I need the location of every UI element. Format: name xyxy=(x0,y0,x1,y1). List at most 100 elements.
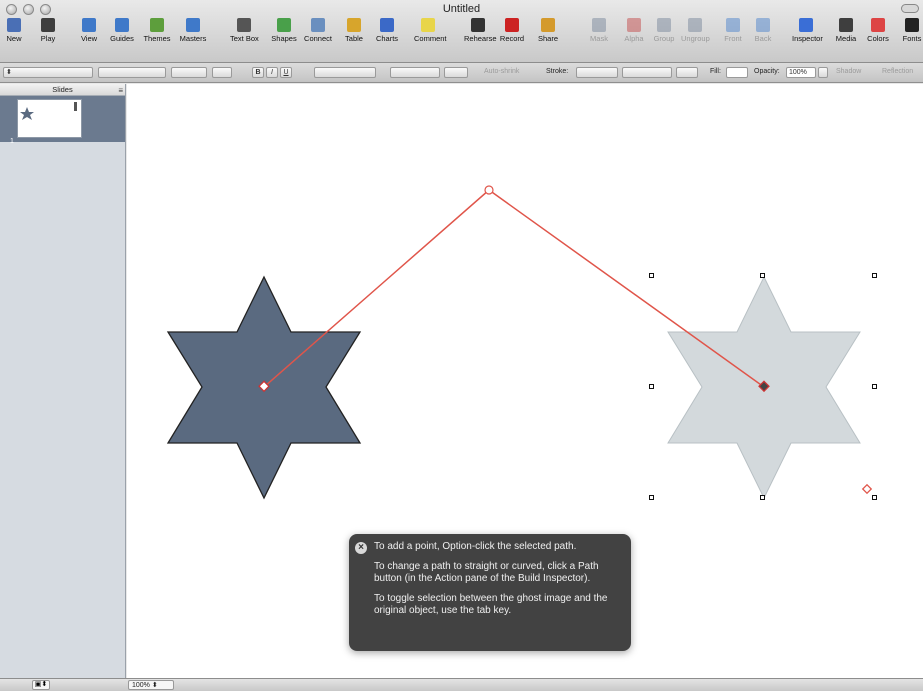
ungroup-icon xyxy=(688,18,702,32)
selection-handle[interactable] xyxy=(760,495,765,500)
media-icon xyxy=(839,18,853,32)
toolbar-item-label: Ungroup xyxy=(681,34,710,43)
bottom-bar: ▣⬍ 100% ⬍ xyxy=(0,678,923,691)
opacity-field[interactable]: 100% xyxy=(786,67,816,78)
selection-handle[interactable] xyxy=(649,273,654,278)
toolbar-item-label: Play xyxy=(40,34,56,43)
toolbar-item-label: Front xyxy=(724,34,742,43)
toolbar-ungroup-button[interactable]: Ungroup xyxy=(681,18,710,60)
slides-header: Slides ≡ xyxy=(0,84,125,96)
thumbnail-star-shape xyxy=(20,107,34,120)
stroke-label: Stroke: xyxy=(546,68,569,75)
font-typeface-select[interactable] xyxy=(171,67,207,78)
toolbar-rehearse-button[interactable]: Rehearse xyxy=(464,18,497,60)
textbox-icon xyxy=(237,18,251,32)
toolbar-item-label: Guides xyxy=(110,34,134,43)
toolbar-record-button[interactable]: Record xyxy=(498,18,526,60)
toolbar-fonts-button[interactable]: Fonts xyxy=(898,18,923,60)
italic-button[interactable]: I xyxy=(266,67,278,78)
toolbar-masters-button[interactable]: Masters xyxy=(179,18,207,60)
comment-icon xyxy=(421,18,435,32)
stroke-width-select[interactable] xyxy=(622,67,672,78)
toolbar-front-button[interactable]: Front xyxy=(719,18,747,60)
font-size-field[interactable] xyxy=(212,67,232,78)
selection-handle[interactable] xyxy=(649,384,654,389)
toolbar-item-label: Inspector xyxy=(792,34,823,43)
toolbar-inspector-button[interactable]: Inspector xyxy=(792,18,823,60)
toolbar-item-label: Themes xyxy=(143,34,171,43)
toolbar-media-button[interactable]: Media xyxy=(832,18,860,60)
rehearse-icon xyxy=(471,18,485,32)
bold-button[interactable]: B xyxy=(252,67,264,78)
toolbar-group-button[interactable]: Group xyxy=(650,18,678,60)
toolbar-view-button[interactable]: View xyxy=(75,18,103,60)
navigator-menu-icon[interactable]: ≡ xyxy=(118,85,123,96)
share-icon xyxy=(541,18,555,32)
toolbar-guides-button[interactable]: Guides xyxy=(108,18,136,60)
toolbar-connect-button[interactable]: Connect xyxy=(304,18,332,60)
group-icon xyxy=(657,18,671,32)
toolbar-item-label: Fonts xyxy=(902,34,922,43)
toolbar-play-button[interactable]: Play xyxy=(34,18,62,60)
toolbar-item-label: Text Box xyxy=(230,34,259,43)
style-select[interactable]: ⬍ xyxy=(3,67,93,78)
toolbar-back-button[interactable]: Back xyxy=(749,18,777,60)
connect-icon xyxy=(311,18,325,32)
selection-handle[interactable] xyxy=(649,495,654,500)
opacity-label: Opacity: xyxy=(754,68,780,75)
toolbar-toggle-button[interactable] xyxy=(901,4,919,13)
toolbar-item-label: Media xyxy=(835,34,857,43)
keynote-window: Untitled New Play View Guides Themes Masters T… xyxy=(0,0,923,691)
back-icon xyxy=(756,18,770,32)
toolbar-colors-button[interactable]: Colors xyxy=(864,18,892,60)
toolbar-item-label: Shapes xyxy=(271,34,297,43)
stroke-style-select[interactable] xyxy=(576,67,618,78)
toolbar-share-button[interactable]: Share xyxy=(534,18,562,60)
toolbar-mask-button[interactable]: Mask xyxy=(585,18,613,60)
zoom-select[interactable]: 100% ⬍ xyxy=(128,680,174,690)
font-family-select[interactable] xyxy=(98,67,166,78)
path-control-point xyxy=(484,185,494,195)
slide-thumbnail[interactable] xyxy=(17,99,82,138)
toolbar-item-label: Charts xyxy=(375,34,399,43)
line-spacing-select[interactable] xyxy=(390,67,440,78)
toolbar-text-box-button[interactable]: Text Box xyxy=(230,18,259,60)
toolbar-new-button[interactable]: New xyxy=(0,18,28,60)
selection-handle[interactable] xyxy=(872,495,877,500)
toolbar-themes-button[interactable]: Themes xyxy=(143,18,171,60)
selection-handle[interactable] xyxy=(872,384,877,389)
toolbar-item-label: Connect xyxy=(304,34,332,43)
view-icon xyxy=(82,18,96,32)
stroke-color-well[interactable] xyxy=(676,67,698,78)
toolbar-item-label: Table xyxy=(345,34,363,43)
slide-thumbnail-row[interactable]: 1 xyxy=(0,96,125,145)
toolbar-alpha-button[interactable]: Alpha xyxy=(620,18,648,60)
toolbar-item-label: Share xyxy=(537,34,558,43)
help-hud: × To add a point, Option-click the selec… xyxy=(349,534,631,651)
selection-handle[interactable] xyxy=(872,273,877,278)
close-hud-icon[interactable]: × xyxy=(355,542,367,554)
auto-shrink-checkbox[interactable]: Auto-shrink xyxy=(484,68,519,75)
toolbar-item-label: Back xyxy=(754,34,772,43)
toolbar-table-button[interactable]: Table xyxy=(340,18,368,60)
toolbar-item-label: Colors xyxy=(867,34,889,43)
opacity-stepper[interactable] xyxy=(818,67,828,78)
view-options-button[interactable]: ▣⬍ xyxy=(32,680,50,690)
toolbar-item-label: New xyxy=(6,34,22,43)
reflection-checkbox[interactable]: Reflection xyxy=(882,68,913,75)
play-icon xyxy=(41,18,55,32)
toolbar-item-label: View xyxy=(80,34,98,43)
selection-handle[interactable] xyxy=(760,273,765,278)
toolbar-shapes-button[interactable]: Shapes xyxy=(270,18,298,60)
shadow-checkbox[interactable]: Shadow xyxy=(836,68,861,75)
ghost-extra-point xyxy=(861,483,873,495)
toolbar-comment-button[interactable]: Comment xyxy=(414,18,447,60)
alignment-buttons[interactable] xyxy=(314,67,376,78)
slide-number: 1 xyxy=(10,138,14,145)
underline-button[interactable]: U xyxy=(280,67,292,78)
columns-select[interactable] xyxy=(444,67,468,78)
toolbar-item-label: Alpha xyxy=(624,34,644,43)
toolbar-charts-button[interactable]: Charts xyxy=(373,18,401,60)
fill-color-well[interactable] xyxy=(726,67,748,78)
slides-navigator: Slides ≡ 1 xyxy=(0,84,126,678)
